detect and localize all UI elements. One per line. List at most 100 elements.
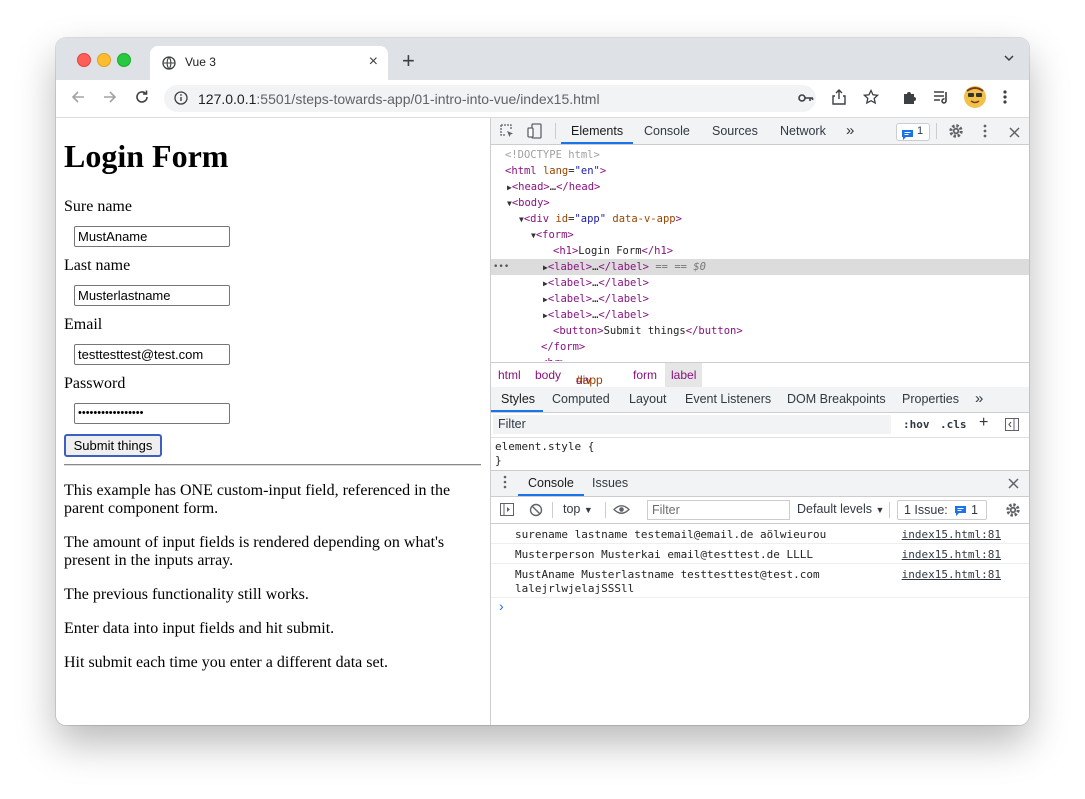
breadcrumb-form[interactable]: form	[633, 368, 657, 382]
divider	[555, 123, 556, 139]
browser-tab[interactable]: Vue 3 ×	[150, 46, 388, 80]
drawer-tabbar: Console Issues	[491, 471, 1029, 497]
divider	[605, 502, 606, 518]
close-devtools-icon[interactable]	[1009, 125, 1020, 143]
dom-node-html[interactable]: <html lang="en">	[505, 163, 606, 179]
tab-sources[interactable]: Sources	[712, 124, 758, 138]
info-icon[interactable]	[174, 91, 188, 110]
extensions-puzzle-icon[interactable]	[902, 89, 918, 110]
dom-node-app-div[interactable]: ▼<div id="app" data-v-app>	[519, 211, 682, 227]
console-message-text: Musterperson Musterkai email@testtest.de…	[515, 548, 814, 561]
tab-event-listeners[interactable]: Event Listeners	[685, 392, 771, 406]
drawer-menu-icon[interactable]	[503, 475, 507, 492]
page-heading: Login Form	[64, 138, 229, 174]
console-toolbar: top ▼ Filter Default levels ▼ 1 Issue: 1	[491, 497, 1029, 524]
issues-counter-button[interactable]: 1 Issue: 1	[897, 500, 987, 520]
eye-icon[interactable]	[613, 504, 630, 518]
more-tabs-icon[interactable]: »	[846, 122, 854, 139]
tab-network[interactable]: Network	[780, 124, 826, 138]
breadcrumb-html[interactable]: html	[498, 368, 521, 382]
dom-node-button[interactable]: <button>Submit things</button>	[553, 323, 743, 339]
password-input[interactable]: •••••••••••••••••	[74, 403, 230, 424]
bookmark-star-icon[interactable]	[862, 88, 880, 110]
styles-filter-input[interactable]: Filter	[493, 415, 891, 434]
key-icon[interactable]	[798, 91, 814, 110]
more-tabs-icon[interactable]: »	[975, 390, 983, 407]
context-select[interactable]: top ▼	[563, 502, 593, 516]
address-bar[interactable]: 127.0.0.1:5501/steps-towards-app/01-intr…	[164, 85, 816, 112]
console-message-source-link[interactable]: index15.html:81	[902, 568, 1001, 581]
breadcrumb-body[interactable]: body	[535, 368, 561, 382]
tab-elements[interactable]: Elements	[571, 124, 623, 138]
dom-node-head[interactable]: ▶<head>…</head>	[507, 179, 600, 195]
lastname-input[interactable]: Musterlastname	[74, 285, 230, 306]
issues-badge[interactable]: 1	[896, 123, 930, 141]
settings-gear-icon[interactable]	[948, 123, 964, 144]
breadcrumb-label[interactable]: label	[665, 363, 703, 387]
dom-node-label[interactable]: ▶<label>…</label>	[543, 275, 649, 291]
drawer-tab-console[interactable]: Console	[528, 476, 574, 490]
dom-node-label[interactable]: ▶<label>…</label>	[543, 291, 649, 307]
dom-node-h1[interactable]: <h1>Login Form</h1>	[553, 243, 673, 259]
device-toolbar-icon[interactable]	[527, 123, 542, 144]
paragraph: Enter data into input fields and hit sub…	[64, 620, 335, 637]
tab-layout[interactable]: Layout	[629, 392, 667, 406]
email-input[interactable]: testtesttest@test.com	[74, 344, 230, 365]
cls-toggle[interactable]: .cls	[940, 418, 967, 431]
tab-properties[interactable]: Properties	[902, 392, 959, 406]
dom-node-form[interactable]: ▼<form>	[531, 227, 574, 243]
dom-node-body[interactable]: ▼<body>	[507, 195, 550, 211]
chevron-down-icon[interactable]	[1003, 51, 1015, 69]
breadcrumb: html body div #app form label	[491, 362, 1029, 388]
new-tab-icon[interactable]: +	[402, 50, 415, 72]
horizontal-rule	[64, 464, 481, 466]
dom-node-label[interactable]: ▶<label>…</label>	[543, 307, 649, 323]
console-message-source-link[interactable]: index15.html:81	[902, 548, 1001, 561]
element-style-close: }	[495, 454, 502, 467]
close-drawer-icon[interactable]	[1008, 478, 1019, 492]
surname-label: Sure name	[64, 198, 132, 215]
tab-computed[interactable]: Computed	[552, 392, 610, 406]
dom-node-hr[interactable]: <hr>	[541, 355, 566, 361]
back-arrow-icon[interactable]	[69, 88, 87, 111]
dom-tree: <!DOCTYPE html> <html lang="en"> ▶<head>…	[491, 145, 1029, 361]
dom-node-label-selected[interactable]: ••• ▶<label>…</label> == == $0	[491, 259, 1029, 275]
minimize-window-button[interactable]	[97, 53, 111, 67]
styles-filter-row: Filter :hov .cls +	[491, 413, 1029, 438]
tab-console[interactable]: Console	[644, 124, 690, 138]
reading-list-icon[interactable]	[933, 89, 951, 110]
inspect-element-icon[interactable]	[500, 124, 515, 144]
password-label: Password	[64, 375, 126, 392]
url-text: 127.0.0.1:5501/steps-towards-app/01-intr…	[198, 91, 600, 107]
console-prompt[interactable]: ›	[499, 598, 504, 614]
surname-input[interactable]: MustAname	[74, 226, 230, 247]
console-message-source-link[interactable]: index15.html:81	[902, 528, 1001, 541]
toggle-sidebar-icon[interactable]	[1005, 418, 1019, 434]
dom-node-doctype[interactable]: <!DOCTYPE html>	[505, 147, 600, 163]
tab-dom-breakpoints[interactable]: DOM Breakpoints	[787, 392, 886, 406]
submit-button[interactable]: Submit things	[64, 434, 162, 457]
add-rule-icon[interactable]: +	[979, 414, 988, 432]
element-style-selector: element.style {	[495, 440, 595, 453]
sidebar-toggle-icon[interactable]	[500, 503, 514, 519]
tab-styles[interactable]: Styles	[501, 392, 535, 406]
console-filter-input[interactable]: Filter	[647, 500, 790, 520]
zoom-window-button[interactable]	[117, 53, 131, 67]
log-levels-select[interactable]: Default levels ▼	[797, 502, 884, 516]
share-icon[interactable]	[832, 89, 846, 110]
clear-console-icon[interactable]	[529, 503, 543, 520]
paragraph: Hit submit each time you enter a differe…	[64, 654, 389, 671]
close-window-button[interactable]	[77, 53, 91, 67]
reload-icon[interactable]	[133, 88, 151, 111]
forward-arrow-icon[interactable]	[101, 88, 119, 111]
kebab-menu-icon[interactable]	[1002, 89, 1008, 110]
drawer-tab-issues[interactable]: Issues	[592, 476, 628, 490]
console-settings-gear-icon[interactable]	[1005, 502, 1021, 521]
customize-menu-icon[interactable]	[983, 124, 987, 143]
profile-avatar-icon[interactable]	[963, 85, 987, 114]
dom-node-form-close[interactable]: </form>	[541, 339, 585, 355]
message-icon	[902, 127, 913, 145]
hov-toggle[interactable]: :hov	[903, 418, 930, 431]
tab-close-icon[interactable]: ×	[369, 53, 378, 71]
paragraph: The previous functionality still works.	[64, 586, 309, 603]
